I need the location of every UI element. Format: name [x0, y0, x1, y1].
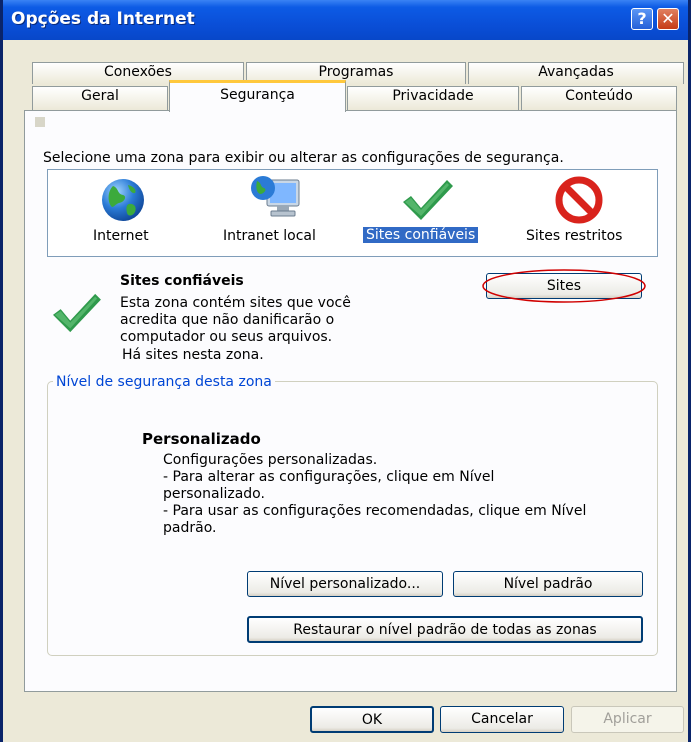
zone-label: Internet [93, 228, 149, 244]
zone-description-line: acredita que não danificarão o [120, 312, 335, 328]
zone-sites-restritos[interactable]: Sites restritos [523, 172, 643, 252]
globe-icon [102, 179, 144, 221]
zone-description-line: computador ou seus arquivos. [120, 329, 333, 345]
security-level-name: Personalizado [142, 430, 261, 448]
tab-privacidade[interactable]: Privacidade [347, 86, 519, 110]
internet-options-dialog: Opções da Internet ? ✕ Conexões Programa… [0, 0, 691, 742]
help-button[interactable]: ? [631, 8, 653, 30]
checkmark-icon [53, 293, 101, 333]
tab-label: Privacidade [392, 88, 474, 104]
security-level-text: - Para alterar as configurações, clique … [163, 469, 495, 485]
focus-marker [35, 117, 45, 127]
zone-label: Sites confiáveis [363, 227, 479, 243]
security-level-text: - Para usar as configurações recomendada… [163, 503, 587, 519]
zone-description-line: Esta zona contém sites que você [120, 295, 351, 311]
tab-conteudo[interactable]: Conteúdo [521, 86, 677, 110]
apply-button: Aplicar [571, 706, 684, 733]
default-level-button[interactable]: Nível padrão [453, 571, 643, 597]
window-title: Opções da Internet [11, 9, 195, 29]
tab-label: Conexões [104, 64, 172, 80]
tab-avancadas[interactable]: Avançadas [468, 62, 684, 84]
help-icon: ? [637, 9, 647, 28]
zone-label: Intranet local [223, 228, 316, 244]
button-label: Aplicar [603, 711, 652, 727]
tab-label: Conteúdo [565, 88, 633, 104]
reset-all-zones-button[interactable]: Restaurar o nível padrão de todas as zon… [247, 616, 643, 643]
security-level-text: personalizado. [163, 486, 265, 502]
custom-level-button[interactable]: Nível personalizado... [247, 571, 443, 597]
tab-label: Geral [81, 88, 119, 104]
tab-label: Segurança [220, 87, 295, 103]
ok-button[interactable]: OK [310, 706, 434, 733]
title-bar[interactable]: Opções da Internet ? ✕ [3, 0, 688, 40]
tab-label: Programas [318, 64, 394, 80]
highlight-ellipse [482, 269, 646, 303]
zone-intranet-local[interactable]: Intranet local [223, 172, 333, 252]
button-label: OK [361, 712, 383, 728]
zone-instruction: Selecione uma zona para exibir ou altera… [43, 150, 564, 166]
zone-sites-note: Há sites nesta zona. [122, 347, 264, 363]
tab-label: Avançadas [538, 64, 614, 80]
button-label: Cancelar [471, 711, 533, 727]
button-label: Restaurar o nível padrão de todas as zon… [293, 622, 597, 638]
zone-label: Sites restritos [526, 228, 623, 244]
button-label: Nível personalizado... [269, 576, 421, 592]
computer-globe-icon [251, 176, 300, 217]
close-icon: ✕ [661, 9, 675, 28]
zone-title: Sites confiáveis [120, 273, 244, 289]
tab-seguranca[interactable]: Segurança [169, 80, 346, 112]
zone-internet[interactable]: Internet [93, 172, 163, 252]
security-level-text: Configurações personalizadas. [163, 452, 378, 468]
checkmark-icon [403, 180, 453, 220]
security-level-text: padrão. [163, 520, 217, 536]
tab-geral[interactable]: Geral [32, 86, 168, 110]
security-level-legend: Nível de segurança desta zona [53, 374, 275, 390]
cancel-button[interactable]: Cancelar [440, 706, 564, 733]
button-label: Nível padrão [503, 576, 593, 592]
close-button[interactable]: ✕ [657, 8, 679, 30]
restricted-icon [555, 176, 603, 224]
zone-sites-confiaveis[interactable]: Sites confiáveis [363, 172, 493, 252]
